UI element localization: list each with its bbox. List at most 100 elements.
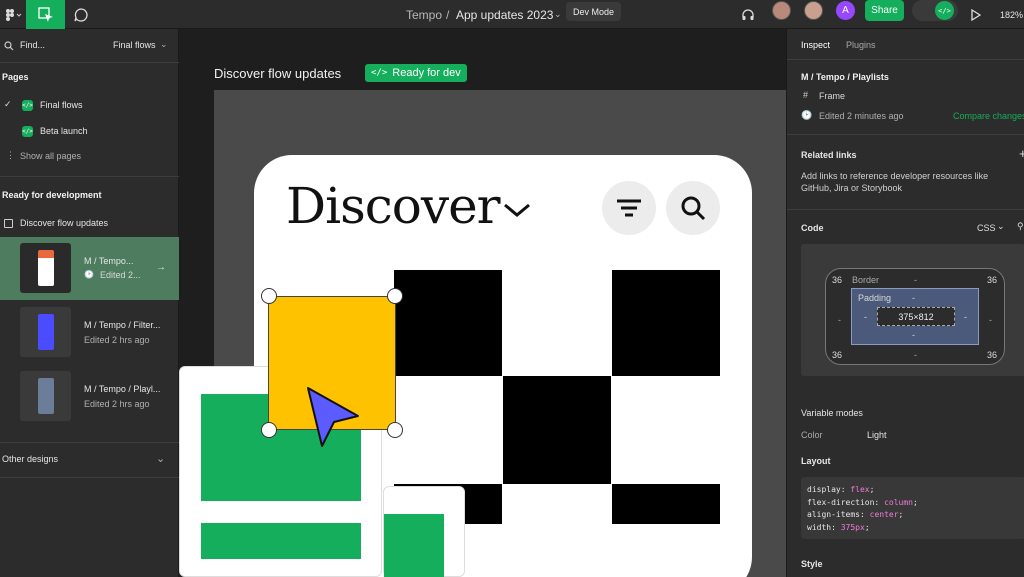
resize-handle[interactable] <box>261 422 277 438</box>
thumbnail-image <box>37 314 54 350</box>
layout-code-block[interactable]: display: flex; flex-direction: column; a… <box>801 477 1024 539</box>
other-designs-section[interactable]: Other designs ⌄ <box>0 453 179 467</box>
right-inspect-panel: Inspect Plugins M / Tempo / Playlists # … <box>786 29 1024 577</box>
add-link-plus-icon[interactable]: + <box>1019 146 1024 161</box>
chevron-down-icon[interactable]: ⌄ <box>160 39 168 50</box>
cursor-pointer-icon <box>307 387 359 447</box>
frame-item[interactable]: M / Tempo / Filter... Edited 2 hrs ago <box>0 301 179 364</box>
share-button[interactable]: Share <box>865 0 904 21</box>
mock-heading: Discover <box>286 177 501 235</box>
frame-item[interactable]: M / Tempo / Playl... Edited 2 hrs ago <box>0 365 179 428</box>
code-heading: Code <box>801 223 824 233</box>
comment-tool-button[interactable] <box>68 0 94 29</box>
color-mode-value[interactable]: Light <box>867 430 887 440</box>
left-sidebar: Find... Final flows ⌄ Pages ✓ </> Final … <box>0 29 179 577</box>
border-bottom-value: - <box>914 350 917 360</box>
filter-icon <box>617 199 641 217</box>
box-model-padding: Padding - - - - 375×812 <box>851 288 979 345</box>
show-all-pages[interactable]: ⋮ Show all pages <box>0 150 179 164</box>
code-value: column <box>884 497 913 507</box>
tab-plugins[interactable]: Plugins <box>846 40 876 50</box>
border-left-value: - <box>838 315 841 325</box>
overlay-card <box>383 486 465 577</box>
ready-for-dev-badge[interactable]: </> Ready for dev <box>365 64 467 82</box>
resize-handle[interactable] <box>261 288 277 304</box>
code-language-selector[interactable]: CSS <box>977 223 996 233</box>
code-prop: align-items: <box>807 510 870 519</box>
page-item-label: Final flows <box>40 100 83 110</box>
thumbnail-image <box>37 250 54 286</box>
history-icon: 🕑 <box>801 110 813 120</box>
padding-bottom-value: - <box>912 330 915 340</box>
code-icon: </> <box>935 1 954 20</box>
border-top-value: - <box>914 275 917 285</box>
search-icon <box>681 196 706 221</box>
related-links-description: Add links to reference developer resourc… <box>801 171 989 181</box>
code-end: ; <box>898 510 904 519</box>
divider <box>787 59 1024 60</box>
resize-handle[interactable] <box>387 422 403 438</box>
collaborator-avatar-3[interactable]: A <box>836 1 855 20</box>
section-label: Discover flow updates <box>20 218 109 228</box>
code-end: ; <box>912 497 918 507</box>
compare-changes-link[interactable]: Compare changes <box>953 111 1024 121</box>
frame-title: M / Tempo / Playl... <box>84 384 161 394</box>
section-discover-flow-updates[interactable]: Discover flow updates <box>0 217 179 231</box>
collaborator-avatar-1[interactable] <box>772 1 791 20</box>
dev-mode-toggle[interactable]: </> <box>912 0 958 21</box>
filter-button[interactable] <box>602 181 656 235</box>
breadcrumb-project[interactable]: Tempo <box>406 0 442 29</box>
padding-top-value: - <box>912 293 915 303</box>
select-cursor-icon <box>37 6 53 22</box>
headphones-button[interactable] <box>737 0 759 29</box>
frame-subtitle: Edited 2... <box>100 270 141 280</box>
move-tool-button[interactable] <box>26 0 65 29</box>
figma-logo-icon <box>6 8 22 21</box>
frame-item-selected[interactable]: M / Tempo... 🕑 Edited 2... → <box>0 237 179 300</box>
checker-tile <box>612 484 720 524</box>
search-input[interactable]: Find... <box>20 40 45 50</box>
checkmark-icon: ✓ <box>4 99 12 109</box>
frame-type: Frame <box>819 91 846 101</box>
page-item-final-flows[interactable]: ✓ </> Final flows <box>0 99 179 113</box>
show-all-pages-label: Show all pages <box>20 151 82 161</box>
arrow-right-icon[interactable]: → <box>156 262 166 273</box>
search-button[interactable] <box>666 181 720 235</box>
chevron-down-icon[interactable]: ⌄ <box>997 221 1005 232</box>
frame-title: M / Tempo... <box>84 256 134 266</box>
section-icon <box>4 219 13 228</box>
code-settings-icon[interactable]: ⚲ <box>1017 221 1024 232</box>
figma-menu-button[interactable] <box>0 0 26 29</box>
border-label: Border <box>852 275 880 285</box>
zoom-level[interactable]: 182% <box>1000 0 1023 29</box>
margin-top-right: 36 <box>987 275 998 285</box>
code-icon: </> <box>22 126 33 137</box>
content-size: 375×812 <box>877 307 955 326</box>
pages-heading: Pages <box>2 72 29 82</box>
chevron-down-icon[interactable]: ⌄ <box>554 0 562 29</box>
box-model-panel: 36 Border - 36 - - Padding - - - - 375×8… <box>801 244 1024 376</box>
code-icon: </> <box>22 100 33 111</box>
code-prop: flex-direction: <box>807 497 885 507</box>
play-icon <box>971 8 981 21</box>
divider <box>787 209 1024 210</box>
edited-time: Edited 2 minutes ago <box>819 111 904 121</box>
resize-handle[interactable] <box>387 288 403 304</box>
divider <box>787 134 1024 135</box>
top-toolbar: Tempo / App updates 2023 ⌄ Dev Mode A Sh… <box>0 0 1024 29</box>
green-block <box>384 514 444 577</box>
page-selector[interactable]: Final flows <box>113 40 156 50</box>
present-button[interactable] <box>966 0 986 29</box>
breadcrumb-file[interactable]: App updates 2023 <box>456 0 553 29</box>
page-item-beta-launch[interactable]: </> Beta launch <box>0 125 179 139</box>
tab-inspect[interactable]: Inspect <box>801 40 830 50</box>
canvas[interactable]: Discover flow updates </> Ready for dev … <box>179 29 786 577</box>
code-prop: width: <box>807 522 841 532</box>
padding-label: Padding <box>858 293 892 303</box>
margin-top-left: 36 <box>832 275 843 285</box>
dev-mode-badge[interactable]: Dev Mode <box>566 2 622 21</box>
frame-thumbnail <box>20 371 71 421</box>
frame-thumbnail <box>20 243 71 293</box>
collaborator-avatar-2[interactable] <box>804 1 823 20</box>
checker-tile <box>503 376 611 484</box>
